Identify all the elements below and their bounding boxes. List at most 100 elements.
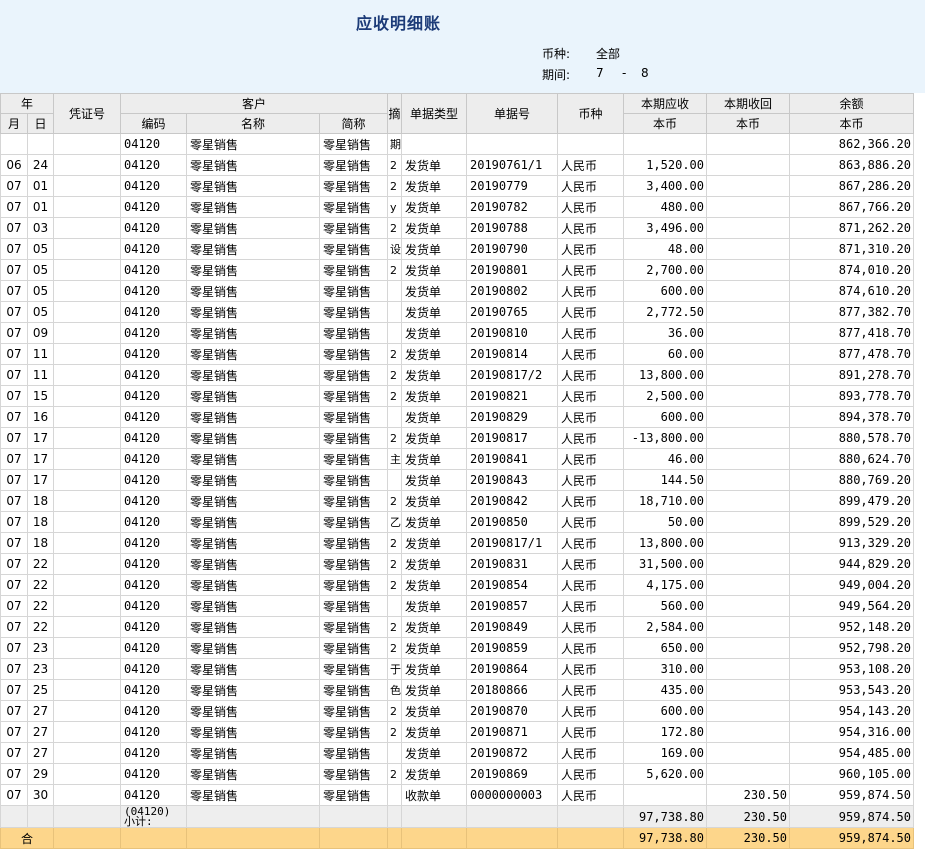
table-row[interactable]: 07 01 04120 零星销售 零星销售 2 发货单 20190779 人民币 3,400.00… xyxy=(0,175,914,197)
row-doc-no: 20180866 xyxy=(466,679,558,701)
col-summary[interactable]: 摘 xyxy=(387,93,402,134)
table-row[interactable]: 07 05 04120 零星销售 零星销售 2 发货单 20190801 人民币 2,700.00… xyxy=(0,259,914,281)
opening-row[interactable]: 04120 零星销售 零星销售 期 862,366.20 xyxy=(0,133,914,155)
row-debit: 2,700.00 xyxy=(623,259,707,281)
row-credit xyxy=(706,637,790,659)
row-debit: 2,500.00 xyxy=(623,385,707,407)
row-doc-type: 发货单 xyxy=(401,553,467,575)
table-row[interactable]: 07 15 04120 零星销售 零星销售 2 发货单 20190821 人民币 2,500.00… xyxy=(0,385,914,407)
table-row[interactable]: 07 03 04120 零星销售 零星销售 2 发货单 20190788 人民币 3,496.00… xyxy=(0,217,914,239)
row-short: 零星销售 xyxy=(319,238,388,260)
row-credit xyxy=(706,700,790,722)
table-row[interactable]: 07 25 04120 零星销售 零星销售色发货单 20180866 人民币 435.00 95… xyxy=(0,679,914,701)
col-credit[interactable]: 本期收回 xyxy=(706,93,790,114)
table-row[interactable]: 07 17 04120 零星销售 零星销售 2 发货单 20190817 人民币 -13,800.… xyxy=(0,427,914,449)
table-row[interactable]: 07 27 04120 零星销售 零星销售 发货单 20190872 人民币 169.00 954… xyxy=(0,742,914,764)
row-summary xyxy=(387,784,402,806)
row-voucher xyxy=(53,511,121,533)
col-day[interactable]: 日 xyxy=(27,113,54,134)
table-row[interactable]: 07 22 04120 零星销售 零星销售 2 发货单 20190849 人民币 2,584.00… xyxy=(0,616,914,638)
table-row[interactable]: 07 18 04120 零星销售 零星销售乙发货单 20190850 人民币 50.00 899… xyxy=(0,511,914,533)
table-row[interactable]: 07 17 04120 零星销售 零星销售主发货单 20190841 人民币 46.00 880… xyxy=(0,448,914,470)
row-doc-no: 20190850 xyxy=(466,511,558,533)
table-row[interactable]: 07 18 04120 零星销售 零星销售 2 发货单 20190817/1 人民币 13,800… xyxy=(0,532,914,554)
row-summary: 色 xyxy=(387,679,402,701)
row-currency: 人民币 xyxy=(557,532,624,554)
row-debit: 600.00 xyxy=(623,280,707,302)
table-row[interactable]: 07 17 04120 零星销售 零星销售 发货单 20190843 人民币 144.50 880… xyxy=(0,469,914,491)
table-row[interactable]: 07 01 04120 零星销售 零星销售 y 发货单 20190782 人民币 480.00 86… xyxy=(0,196,914,218)
row-balance: 959,874.50 xyxy=(789,784,914,806)
row-debit: 310.00 xyxy=(623,658,707,680)
row-doc-no: 20190817/2 xyxy=(466,364,558,386)
col-customer[interactable]: 客户 xyxy=(120,93,388,114)
table-row[interactable]: 07 05 04120 零星销售 零星销售设发货单 20190790 人民币 48.00 871… xyxy=(0,238,914,260)
table-row[interactable]: 07 29 04120 零星销售 零星销售 2 发货单 20190869 人民币 5,620.00… xyxy=(0,763,914,785)
col-currency[interactable]: 币种 xyxy=(557,93,624,134)
table-row[interactable]: 07 22 04120 零星销售 零星销售 2 发货单 20190854 人民币 4,175.00… xyxy=(0,574,914,596)
col-doc-type[interactable]: 单据类型 xyxy=(401,93,467,134)
period-to: 8 xyxy=(641,66,649,80)
row-day: 18 xyxy=(27,490,54,512)
row-debit: 600.00 xyxy=(623,406,707,428)
table-row[interactable]: 07 22 04120 零星销售 零星销售 2 发货单 20190831 人民币 31,500.0… xyxy=(0,553,914,575)
row-name: 零星销售 xyxy=(186,406,320,428)
row-balance: 949,564.20 xyxy=(789,595,914,617)
col-voucher[interactable]: 凭证号 xyxy=(53,93,121,134)
row-voucher xyxy=(53,385,121,407)
subtotal-row[interactable]: (04120) 小计: 97,738.80 230.50 959,874.50 xyxy=(0,805,914,828)
table-row[interactable]: 07 11 04120 零星销售 零星销售 2 发货单 20190814 人民币 60.00 877… xyxy=(0,343,914,365)
row-code: 04120 xyxy=(120,322,187,344)
row-doc-type: 发货单 xyxy=(401,616,467,638)
table-row[interactable]: 07 05 04120 零星销售 零星销售 发货单 20190765 人民币 2,772.50 8… xyxy=(0,301,914,323)
row-month: 07 xyxy=(0,196,28,218)
row-day: 01 xyxy=(27,175,54,197)
table-row[interactable]: 07 18 04120 零星销售 零星销售 2 发货单 20190842 人民币 18,710.0… xyxy=(0,490,914,512)
row-balance: 913,329.20 xyxy=(789,532,914,554)
row-short: 零星销售 xyxy=(319,469,388,491)
col-code[interactable]: 编码 xyxy=(120,113,187,134)
row-code: 04120 xyxy=(120,154,187,176)
row-short: 零星销售 xyxy=(319,280,388,302)
table-row[interactable]: 07 11 04120 零星销售 零星销售 2 发货单 20190817/2 人民币 13,800… xyxy=(0,364,914,386)
row-name: 零星销售 xyxy=(186,700,320,722)
table-row[interactable]: 07 27 04120 零星销售 零星销售 2 发货单 20190871 人民币 172.80 95… xyxy=(0,721,914,743)
row-month: 07 xyxy=(0,406,28,428)
table-row[interactable]: 07 22 04120 零星销售 零星销售 发货单 20190857 人民币 560.00 949… xyxy=(0,595,914,617)
table-row[interactable]: 07 05 04120 零星销售 零星销售 发货单 20190802 人民币 600.00 874… xyxy=(0,280,914,302)
col-debit[interactable]: 本期应收 xyxy=(623,93,707,114)
row-doc-no: 20190869 xyxy=(466,763,558,785)
row-debit: 18,710.00 xyxy=(623,490,707,512)
table-row[interactable]: 06 24 04120 零星销售 零星销售 2 发货单 20190761/1 人民币 1,520.… xyxy=(0,154,914,176)
total-row[interactable]: 合 97,738.80 230.50 959,874.50 xyxy=(0,827,914,849)
table-row[interactable]: 07 27 04120 零星销售 零星销售 2 发货单 20190870 人民币 600.00 95… xyxy=(0,700,914,722)
table-row[interactable]: 07 09 04120 零星销售 零星销售 发货单 20190810 人民币 36.00 877,… xyxy=(0,322,914,344)
subtotal-text: 小计: xyxy=(124,815,153,828)
row-currency: 人民币 xyxy=(557,259,624,281)
col-name[interactable]: 名称 xyxy=(186,113,320,134)
col-doc-no[interactable]: 单据号 xyxy=(466,93,558,134)
row-summary: y xyxy=(387,196,402,218)
row-day: 30 xyxy=(27,784,54,806)
table-row[interactable]: 07 16 04120 零星销售 零星销售 发货单 20190829 人民币 600.00 894… xyxy=(0,406,914,428)
row-month: 07 xyxy=(0,469,28,491)
row-day: 05 xyxy=(27,280,54,302)
row-credit xyxy=(706,574,790,596)
row-month: 07 xyxy=(0,175,28,197)
row-code: 04120 xyxy=(120,679,187,701)
row-credit xyxy=(706,427,790,449)
col-month[interactable]: 月 xyxy=(0,113,28,134)
row-short: 零星销售 xyxy=(319,175,388,197)
table-row[interactable]: 07 30 04120 零星销售 零星销售 收款单 0000000003 人民币 230.50 9… xyxy=(0,784,914,806)
row-code: 04120 xyxy=(120,175,187,197)
col-balance[interactable]: 余额 xyxy=(789,93,914,114)
row-doc-no: 20190790 xyxy=(466,238,558,260)
row-voucher xyxy=(53,490,121,512)
row-name: 零星销售 xyxy=(186,574,320,596)
col-short[interactable]: 简称 xyxy=(319,113,388,134)
ledger-table-container[interactable]: 年 凭证号 客户 摘 单据类型 单据号 币种 本期应收 本期收回 余额 月 日 … xyxy=(0,93,925,862)
row-credit xyxy=(706,553,790,575)
table-row[interactable]: 07 23 04120 零星销售 零星销售于发货单 20190864 人民币 310.00 95… xyxy=(0,658,914,680)
table-row[interactable]: 07 23 04120 零星销售 零星销售 2 发货单 20190859 人民币 650.00 95… xyxy=(0,637,914,659)
row-credit xyxy=(706,595,790,617)
